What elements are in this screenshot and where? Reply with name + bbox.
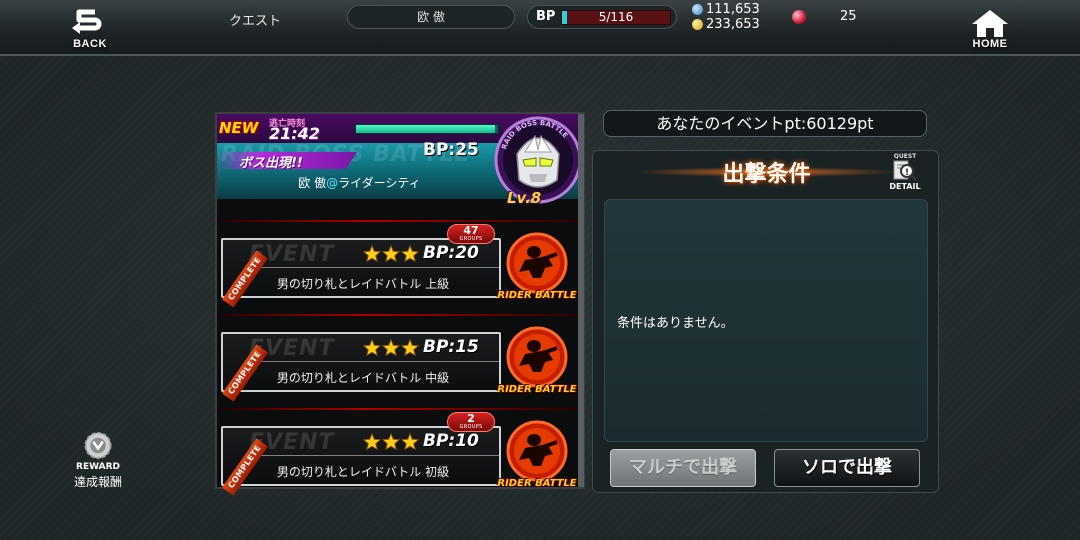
currency-2-value: 233,653 [706, 17, 760, 32]
row-divider [221, 220, 583, 222]
star-icon [382, 245, 400, 262]
gem-count: 25 [840, 9, 857, 24]
groups-count: 47 [463, 224, 479, 237]
event-card[interactable]: EVENT BP:10 男の切り札とレイドバトル 初級 COMPLETE [221, 426, 501, 496]
back-label: BACK [73, 38, 107, 50]
quest-list-panel: RAID BOSS BATTLE NEW 逃亡時刻 21:42 ボス出現!! B… [215, 112, 585, 496]
event-card[interactable]: EVENT BP:15 男の切り札とレイドバトル 中級 COMPLETE [221, 332, 501, 402]
rider-battle-button[interactable]: RIDER BATTLE [497, 420, 577, 496]
new-tag: NEW [219, 119, 259, 137]
boss-location: ライダーシティ [338, 176, 421, 190]
back-button[interactable]: BACK [50, 4, 130, 54]
event-quest-name: 男の切り札とレイドバトル 中級 [276, 371, 450, 385]
event-quest-row[interactable]: EVENT BP:10 男の切り札とレイドバトル 初級 COMPLETE 2 GROUPS… [221, 408, 583, 502]
event-points-display: あなたのイベントpt:60129pt [603, 110, 927, 137]
rider-battle-button[interactable]: RIDER BATTLE [497, 326, 577, 402]
scrollbar-thumb[interactable] [578, 114, 584, 487]
event-quest-name: 男の切り札とレイドバトル 初級 [276, 465, 450, 479]
gem-display: 25 [792, 9, 857, 24]
home-button[interactable]: HOME [950, 4, 1030, 54]
event-quest-row[interactable]: EVENT BP:20 男の切り札とレイドバトル 上級 COMPLETE 47 GROUP… [221, 220, 583, 314]
home-label: HOME [972, 38, 1008, 50]
groups-badge: 47 GROUPS [447, 224, 495, 244]
rider-battle-label: RIDER BATTLE [497, 290, 577, 301]
raid-bp-cost: BP:25 [423, 140, 479, 160]
reward-button[interactable]: REWARD 達成報酬 [62, 430, 134, 490]
groups-badge: 2 GROUPS [447, 412, 495, 432]
star-icon [382, 339, 400, 356]
quest-detail-top-label: QUEST [893, 153, 917, 160]
star-icon [401, 339, 419, 356]
difficulty-stars [363, 433, 419, 450]
boss-owner: 欧 傲 [298, 176, 327, 190]
quest-detail-button[interactable]: QUEST ! DETAIL [881, 153, 929, 195]
star-icon [401, 245, 419, 262]
currency-1-value: 111,653 [706, 2, 760, 17]
event-quest-row[interactable]: EVENT BP:15 男の切り札とレイドバトル 中級 COMPLETE RIDER B… [221, 314, 583, 408]
screen-title: クエスト [228, 14, 281, 29]
solo-sortie-button[interactable]: ソロで出撃 [774, 449, 920, 487]
time-remaining-bar [355, 124, 499, 134]
card-divider-line [253, 361, 499, 362]
home-icon [972, 10, 1008, 37]
event-card[interactable]: EVENT BP:20 男の切り札とレイドバトル 上級 COMPLETE [221, 238, 501, 308]
boss-badge: RAID BOSS BATTLE Lv.8 [493, 114, 583, 207]
star-icon [401, 433, 419, 450]
boss-level: Lv.8 [507, 189, 542, 207]
groups-label: GROUPS [459, 424, 483, 430]
quest-detail-label: DETAIL [889, 182, 921, 191]
gem-icon [792, 9, 806, 24]
rider-silhouette-icon [506, 326, 568, 388]
conditions-text: 条件はありません。 [617, 316, 734, 331]
player-name: 欧 傲 [347, 5, 515, 29]
card-divider-line [253, 267, 499, 268]
star-icon [363, 339, 381, 356]
groups-label: GROUPS [459, 236, 483, 242]
rider-battle-button[interactable]: RIDER BATTLE [497, 232, 577, 308]
row-divider [221, 314, 583, 316]
blue-coin-icon [692, 4, 703, 15]
rider-battle-label: RIDER BATTLE [497, 384, 577, 395]
bp-meter: BP 5/116 [527, 5, 677, 29]
star-icon [363, 245, 381, 262]
svg-text:!: ! [905, 168, 909, 178]
quest-list-scrollbar[interactable] [578, 114, 584, 487]
rider-silhouette-icon [506, 420, 568, 482]
currency-display: 111,653 233,653 [692, 2, 760, 32]
reward-label-jp: 達成報酬 [73, 475, 122, 489]
groups-count: 2 [467, 412, 475, 425]
reward-label-en: REWARD [76, 462, 120, 472]
card-divider-line [253, 455, 499, 456]
top-bar: BACK クエスト 欧 傲 BP 5/116 111,653 233,653 2… [0, 0, 1080, 56]
sortie-conditions-panel: 出撃条件 QUEST ! DETAIL 条件はありません。 マルチで出撃 ソロで… [592, 150, 939, 493]
escape-timer: 21:42 [269, 124, 320, 143]
event-bp-cost: BP:15 [423, 337, 479, 357]
star-icon [382, 433, 400, 450]
event-quest-name: 男の切り札とレイドバトル 上級 [276, 277, 450, 291]
boss-appear-label: ボス出現!! [239, 156, 303, 171]
reward-gear-icon [84, 431, 112, 460]
gold-coin-icon [692, 19, 703, 30]
event-bp-cost: BP:10 [423, 431, 479, 451]
event-bp-cost: BP:20 [423, 243, 479, 263]
multi-sortie-button[interactable]: マルチで出撃 [610, 449, 756, 487]
row-divider [221, 408, 583, 410]
conditions-box: 条件はありません。 [604, 199, 928, 442]
star-icon [363, 433, 381, 450]
rider-battle-label: RIDER BATTLE [497, 478, 577, 489]
difficulty-stars [363, 245, 419, 262]
rider-silhouette-icon [506, 232, 568, 294]
at-symbol: @ [326, 176, 339, 190]
difficulty-stars [363, 339, 419, 356]
boss-owner-location: 欧 傲@ライダーシティ [217, 174, 502, 191]
bp-value: 5/116 [598, 10, 634, 24]
bp-bar: 5/116 [561, 10, 671, 25]
back-arrow-icon [72, 9, 102, 34]
magnifier-icon: ! [893, 160, 918, 182]
bp-label: BP [536, 9, 556, 24]
time-remaining-fill [356, 125, 496, 133]
